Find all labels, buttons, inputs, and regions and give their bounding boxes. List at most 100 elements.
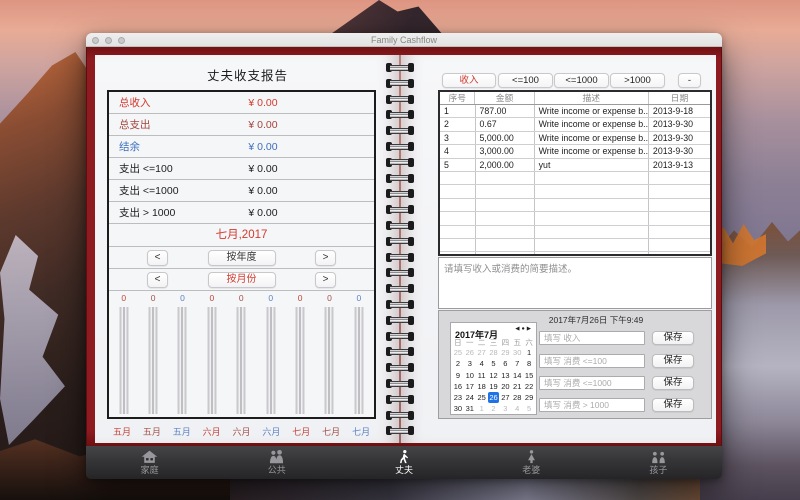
table-empty-cell — [535, 225, 649, 238]
staple-cap — [408, 221, 414, 230]
chart-value-label: 0 — [356, 293, 362, 303]
description-input[interactable]: 请填写收入或消费的简要描述。 — [438, 257, 712, 309]
staple-bar — [390, 175, 410, 182]
filter-button[interactable]: <=100 — [498, 73, 553, 88]
summary-value: ¥ 0.00 — [248, 163, 278, 175]
table-row[interactable]: 3 5,000.00 Write income or expense b... 201… — [440, 131, 710, 146]
summary-value: ¥ 0.00 — [248, 207, 278, 219]
walking-man-icon — [395, 450, 414, 464]
spiral-binding-staple — [386, 347, 414, 357]
filter-button[interactable]: <=1000 — [554, 73, 609, 88]
table-row[interactable]: 4 3,000.00 Write income or expense b... 201… — [440, 145, 710, 159]
save-button[interactable]: 保存 — [652, 331, 694, 345]
tab-孩子[interactable]: 孩子 — [595, 446, 722, 479]
tab-公共[interactable]: 公共 — [213, 446, 340, 479]
filter-button[interactable]: 收入 — [442, 73, 496, 88]
transactions-table[interactable]: 序号 金额 描述 日期 1 787.00 Write income or expense b… — [438, 90, 712, 256]
staple-cap — [408, 189, 414, 199]
year-prev-button[interactable]: < — [147, 250, 168, 266]
entries-page: 收入 <=100 <=1000 >1000- 序号 金额 描述 日期 1 787.00 Write… — [400, 55, 716, 443]
tab-label: 孩子 — [649, 465, 668, 475]
chart-value-label: 0 — [327, 293, 332, 303]
month-mode-button[interactable]: 按月份 — [207, 272, 276, 288]
staple-bar — [390, 143, 410, 150]
tab-老婆[interactable]: 老婆 — [468, 446, 595, 479]
filter-button[interactable]: - — [678, 73, 701, 88]
summary-value: ¥ 0.00 — [248, 141, 278, 153]
year-next-button[interactable]: > — [315, 250, 336, 266]
table-row[interactable]: 2 0.67 Write income or expense b... 2013-9-… — [440, 118, 710, 132]
spiral-binding-staple — [386, 300, 414, 309]
entry-amount-input[interactable] — [539, 331, 645, 345]
summary-row: 结余 ¥ 0.00 — [109, 136, 374, 158]
table-cell: Write income or expense b... — [535, 145, 649, 158]
staple-bar — [390, 206, 410, 213]
staple-cap — [408, 78, 414, 88]
chart-month-label: 五月 — [142, 427, 161, 437]
save-button[interactable]: 保存 — [652, 398, 694, 412]
table-cell: 0.67 — [476, 118, 535, 131]
chart-bar — [236, 307, 246, 414]
spiral-binding-staple — [386, 284, 414, 294]
tab-丈夫[interactable]: 丈夫 — [340, 446, 467, 479]
staple-cap — [408, 63, 414, 72]
chart-month-label: 六月 — [262, 427, 281, 437]
summary-label: 结余 — [119, 141, 140, 153]
spiral-binding-staple — [386, 94, 414, 104]
staple-bar — [390, 96, 410, 103]
table-empty-cell — [440, 198, 476, 212]
table-empty-row — [440, 252, 710, 254]
table-empty-cell — [476, 185, 535, 198]
filter-button[interactable]: >1000 — [610, 73, 665, 88]
entry-field-row: 保存 — [439, 376, 711, 390]
table-cell: 4 — [440, 145, 476, 158]
month-next-button[interactable]: > — [315, 272, 336, 288]
summary-value: ¥ 0.00 — [248, 97, 278, 109]
spiral-binding-staple — [386, 236, 414, 246]
spiral-binding-staple — [386, 252, 414, 262]
description-placeholder: 请填写收入或消费的简要描述。 — [444, 264, 578, 275]
summary-value: ¥ 0.00 — [248, 185, 278, 197]
chart-month-label: 五月 — [112, 427, 131, 437]
table-cell: Write income or expense b... — [535, 131, 649, 145]
table-cell: 2013-9-18 — [652, 106, 694, 116]
staple-cap — [408, 142, 414, 151]
save-button[interactable]: 保存 — [652, 376, 694, 390]
table-empty-cell — [535, 198, 649, 212]
summary-value: ¥ 0.00 — [248, 119, 278, 131]
staple-cap — [408, 173, 414, 183]
chart-month-label: 六月 — [202, 427, 221, 437]
staple-bar — [390, 285, 410, 292]
window-titlebar[interactable]: Family Cashflow — [86, 33, 722, 47]
staple-bar — [390, 396, 410, 403]
table-header-cell: 序号 — [440, 92, 476, 104]
entry-amount-input[interactable] — [539, 354, 645, 368]
chart-value-label: 0 — [150, 293, 156, 303]
chart-month-label: 六月 — [232, 427, 251, 437]
entry-amount-input[interactable] — [539, 376, 645, 390]
report-title: 丈夫收支报告 — [206, 69, 288, 83]
staple-cap — [408, 94, 414, 104]
spiral-binding-staple — [386, 189, 414, 199]
table-cell: 1 — [440, 105, 476, 118]
spiral-binding-staple — [386, 205, 414, 215]
table-empty-cell — [476, 171, 535, 185]
children-icon — [649, 450, 668, 464]
save-button[interactable]: 保存 — [652, 354, 694, 368]
table-row[interactable]: 1 787.00 Write income or expense b... 2013-… — [440, 105, 710, 119]
spiral-binding-staple — [386, 268, 414, 278]
staple-cap — [408, 236, 414, 246]
table-row[interactable]: 5 2,000.00 yut 2013-9-13 — [440, 158, 710, 172]
staple-bar — [390, 80, 410, 87]
chart-bar — [354, 307, 364, 414]
table-cell: 5 — [440, 158, 476, 171]
summary-row: 总收入 ¥ 0.00 — [109, 92, 374, 114]
spiral-binding-staple — [386, 315, 414, 325]
chart-month-labels: 五月 五月 五月 六月 六月 六月 七月 七月 七月 — [107, 425, 376, 437]
tab-家庭[interactable]: 家庭 — [86, 446, 213, 479]
entry-amount-input[interactable] — [539, 398, 645, 412]
table-empty-cell — [476, 238, 535, 252]
table-header-row: 序号 金额 描述 日期 — [440, 92, 710, 105]
month-prev-button[interactable]: < — [147, 272, 168, 288]
year-mode-button[interactable]: 按年度 — [207, 250, 276, 266]
